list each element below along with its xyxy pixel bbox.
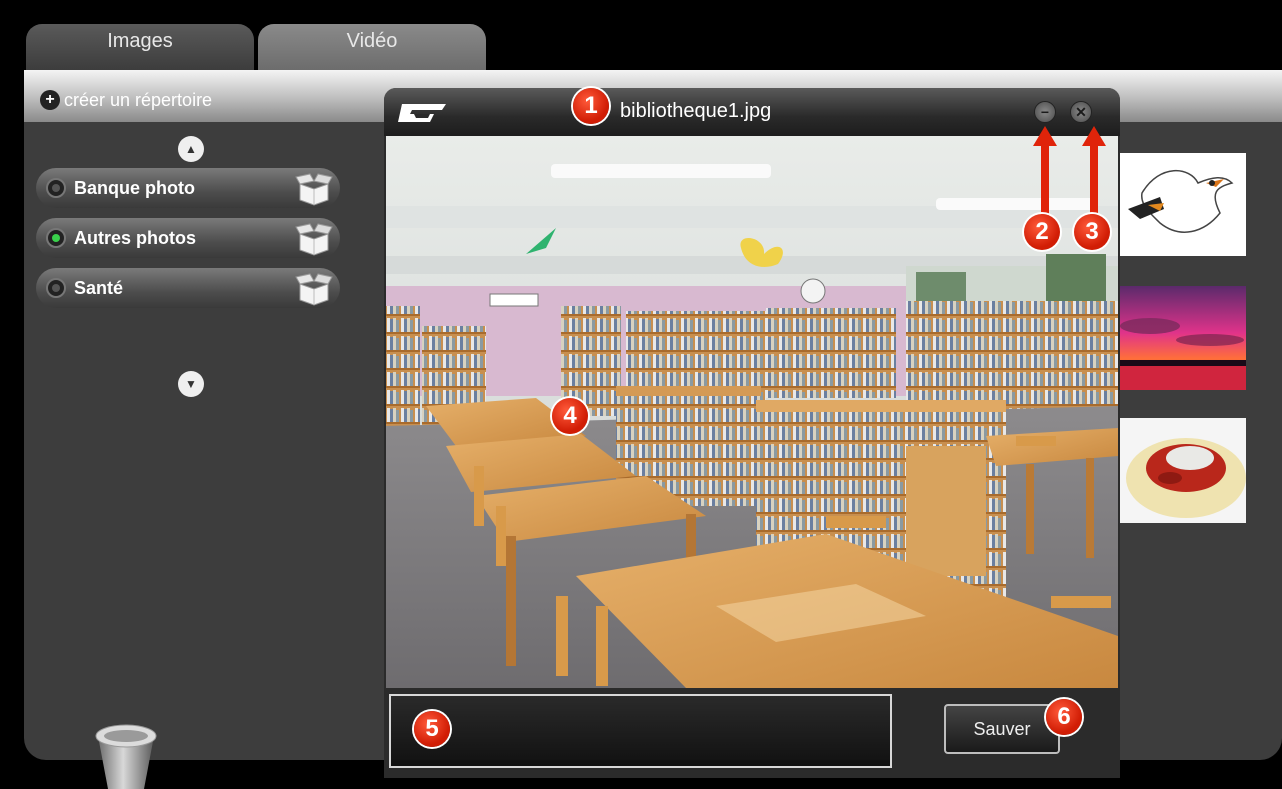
caption-input[interactable] (389, 694, 892, 768)
folder-label: Autres photos (74, 227, 197, 248)
thumbnail-spaghetti[interactable] (1120, 418, 1246, 523)
annotation-marker-1: 1 (573, 88, 609, 124)
radio-indicator (46, 228, 66, 248)
scroll-down-button[interactable]: ▼ (178, 371, 204, 397)
radio-indicator (46, 278, 66, 298)
annotation-marker-5: 5 (414, 711, 450, 747)
thumbnail-seagull[interactable] (1120, 153, 1246, 256)
app-logo-icon (398, 104, 446, 122)
open-box-icon[interactable] (294, 272, 334, 306)
triangle-down-icon: ▼ (185, 377, 197, 391)
radio-indicator (46, 178, 66, 198)
open-box-icon[interactable] (294, 172, 334, 206)
folder-item-autres-photos[interactable]: Autres photos (36, 218, 340, 258)
create-directory-label: créer un répertoire (64, 89, 213, 110)
save-button[interactable]: Sauver (944, 704, 1060, 754)
annotation-marker-6: 6 (1046, 699, 1082, 735)
folder-item-banque-photo[interactable]: Banque photo (36, 168, 340, 208)
open-box-icon[interactable] (294, 222, 334, 256)
folder-label: Banque photo (74, 177, 195, 198)
annotation-marker-4: 4 (552, 398, 588, 434)
image-preview (386, 136, 1118, 688)
scroll-up-button[interactable]: ▲ (178, 136, 204, 162)
folder-item-sante[interactable]: Santé (36, 268, 340, 308)
plus-icon: + (40, 90, 60, 110)
annotation-marker-3: 3 (1074, 214, 1110, 250)
create-directory-button[interactable]: + créer un répertoire (40, 88, 212, 112)
annotation-arrows (1033, 126, 1106, 220)
triangle-up-icon: ▲ (185, 142, 197, 156)
tab-images[interactable]: Images (26, 24, 254, 74)
annotation-marker-2: 2 (1024, 214, 1060, 250)
thumbnail-sunset[interactable] (1120, 286, 1246, 390)
tab-video-label: Vidéo (346, 30, 398, 52)
folder-label: Santé (74, 277, 124, 298)
tab-images-label: Images (107, 30, 173, 52)
tab-video[interactable]: Vidéo (258, 24, 486, 74)
dialog-title: bibliotheque1.jpg (620, 100, 772, 122)
trash-icon[interactable] (92, 722, 160, 789)
